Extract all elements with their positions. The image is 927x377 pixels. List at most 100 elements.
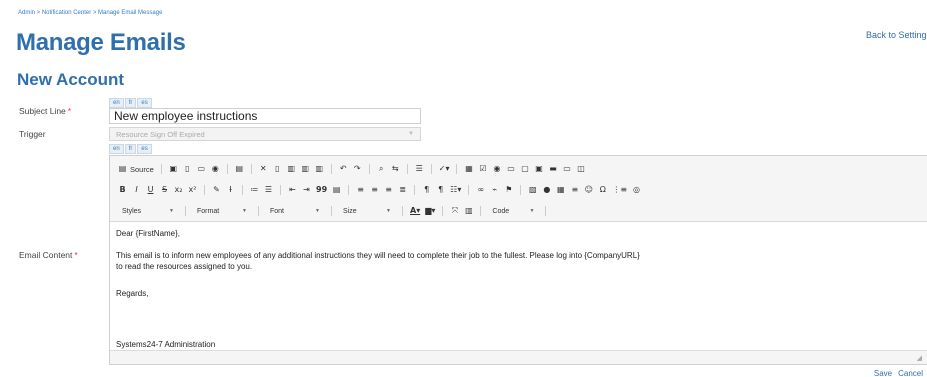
size-dropdown[interactable]: Size ▼ <box>339 205 395 217</box>
language-icon[interactable]: ☷▾ <box>450 185 461 195</box>
cancel-link[interactable]: Cancel <box>898 369 923 377</box>
replace-icon[interactable]: ⇆ <box>391 164 400 174</box>
align-left-icon[interactable]: ≡ <box>356 185 365 195</box>
outdent-icon[interactable]: ⇤ <box>288 185 297 195</box>
anchor-flag-icon[interactable]: ⚑ <box>504 185 513 195</box>
image-button-icon[interactable]: ▭ <box>562 164 571 174</box>
select-all-icon[interactable]: ☰ <box>415 164 424 174</box>
text-field-icon[interactable]: ▭ <box>506 164 515 174</box>
code-dropdown[interactable]: Code ▼ <box>488 205 538 217</box>
find-icon[interactable]: ⌕ <box>377 164 386 174</box>
toolbar-separator <box>456 164 458 174</box>
toolbar-separator <box>520 185 522 195</box>
horizontal-line-icon[interactable]: ≡ <box>570 185 579 195</box>
resize-handle-icon[interactable]: ◢ <box>917 354 922 362</box>
underline-button[interactable]: U <box>146 185 155 195</box>
maximize-icon[interactable]: ⤧ <box>450 206 459 216</box>
save-link[interactable]: Save <box>874 369 892 377</box>
subscript-icon[interactable]: x₂ <box>174 185 183 195</box>
align-justify-icon[interactable]: ≣ <box>398 185 407 195</box>
source-icon: ▤ <box>118 164 127 173</box>
numbered-list-icon[interactable]: ≔ <box>250 185 259 195</box>
email-greeting: Dear {FirstName}, <box>116 229 181 238</box>
lang-tab-en[interactable]: en <box>109 98 124 108</box>
lang-tab-fr[interactable]: fr <box>124 144 137 154</box>
flash-icon[interactable]: ● <box>542 185 551 195</box>
lang-tab-en[interactable]: en <box>109 144 124 154</box>
align-right-icon[interactable]: ≡ <box>384 185 393 195</box>
toolbar-separator <box>402 206 403 216</box>
subject-language-tabs: en fr es <box>109 98 152 108</box>
new-page-icon[interactable]: ▯ <box>183 164 192 174</box>
styles-dropdown[interactable]: Styles ▼ <box>118 205 178 217</box>
copy-icon[interactable]: ▯ <box>273 164 282 174</box>
source-button[interactable]: ▤ Source <box>118 164 154 174</box>
templates-icon[interactable]: ▤ <box>235 164 244 174</box>
textarea-icon[interactable]: ▢ <box>520 164 529 174</box>
text-color-icon[interactable]: A▾ <box>410 206 420 216</box>
email-content-label: Email Content * <box>19 250 78 260</box>
link-icon[interactable]: ∞ <box>476 185 485 195</box>
back-to-settings-link[interactable]: Back to Settings <box>866 30 927 40</box>
copy-format-icon[interactable]: ✎ <box>212 185 221 195</box>
lang-tab-es[interactable]: es <box>137 144 152 154</box>
toolbar-separator <box>204 185 205 195</box>
spellcheck-icon[interactable]: ✓▾ <box>439 164 450 174</box>
page-break-icon[interactable]: ⋮≡ <box>612 185 627 195</box>
italic-button[interactable]: I <box>132 185 141 195</box>
paste-text-icon[interactable]: ▥ <box>301 164 310 174</box>
background-color-icon[interactable]: ▆▾ <box>425 206 435 216</box>
toolbar-separator <box>242 185 243 195</box>
lang-tab-fr[interactable]: fr <box>124 98 137 108</box>
select-field-icon[interactable]: ▣ <box>534 164 543 174</box>
undo-icon[interactable]: ↶ <box>339 164 348 174</box>
align-center-icon[interactable]: ≡ <box>370 185 379 195</box>
lang-tab-es[interactable]: es <box>137 98 152 108</box>
print-icon[interactable]: ◉ <box>211 164 220 174</box>
font-dropdown[interactable]: Font ▼ <box>266 205 324 217</box>
save-icon[interactable]: ▣ <box>169 164 178 174</box>
cut-icon[interactable]: ✕ <box>259 164 268 174</box>
superscript-icon[interactable]: x² <box>188 185 197 195</box>
checkbox-icon[interactable]: ☑ <box>478 164 487 174</box>
div-container-icon[interactable]: ▤ <box>332 185 341 195</box>
blockquote-button[interactable]: 99 <box>316 185 327 195</box>
subject-line-label: Subject Line * <box>19 106 72 116</box>
paste-icon[interactable]: ▥ <box>287 164 296 174</box>
toolbar-separator <box>545 206 547 216</box>
trigger-select-value: Resource Sign Off Expired <box>116 130 205 139</box>
table-icon[interactable]: ▦ <box>556 185 565 195</box>
special-char-icon[interactable]: Ω <box>598 185 607 195</box>
rtl-icon[interactable]: ¶ <box>436 185 445 195</box>
bold-button[interactable]: B <box>118 185 127 195</box>
form-icon[interactable]: ▦ <box>464 164 473 174</box>
subject-line-input[interactable]: New employee instructions <box>109 108 421 124</box>
indent-icon[interactable]: ⇥ <box>302 185 311 195</box>
content-language-tabs: en fr es <box>109 144 152 154</box>
smiley-icon[interactable]: ☺ <box>584 185 593 195</box>
paste-word-icon[interactable]: ▥ <box>315 164 324 174</box>
radio-icon[interactable]: ◉ <box>492 164 501 174</box>
unlink-icon[interactable]: ⌁ <box>490 185 499 195</box>
rich-text-editor: ▤ Source ▣ ▯ ▭ ◉ ▤ ✕ ▯ ▥ ▥ ▥ ↶ ↷ ⌕ ⇆ ☰ ✓ <box>109 155 927 365</box>
section-title: New Account <box>17 70 125 89</box>
toolbar-separator <box>250 164 252 174</box>
toolbar-separator <box>280 185 281 195</box>
preview-icon[interactable]: ▭ <box>197 164 206 174</box>
button-field-icon[interactable]: ▬ <box>548 164 557 174</box>
editor-content-area[interactable]: Dear {FirstName}, This email is to infor… <box>110 223 927 355</box>
breadcrumb[interactable]: Admin > Notification Center > Manage Ema… <box>18 10 162 16</box>
trigger-select[interactable]: Resource Sign Off Expired ▼ <box>109 127 421 141</box>
strikethrough-button[interactable]: S <box>160 185 169 195</box>
image-icon[interactable]: ▨ <box>528 185 537 195</box>
ltr-icon[interactable]: ¶ <box>422 185 431 195</box>
chevron-down-icon: ▼ <box>242 208 247 214</box>
hidden-field-icon[interactable]: ◫ <box>576 164 585 174</box>
remove-format-icon[interactable]: Ɨ <box>226 185 235 195</box>
show-blocks-icon[interactable]: ▥ <box>464 206 473 216</box>
redo-icon[interactable]: ↷ <box>353 164 362 174</box>
toolbar-separator <box>368 164 370 174</box>
bulleted-list-icon[interactable]: ☰ <box>264 185 273 195</box>
format-dropdown[interactable]: Format ▼ <box>193 205 251 217</box>
iframe-icon[interactable]: ◎ <box>632 185 641 195</box>
